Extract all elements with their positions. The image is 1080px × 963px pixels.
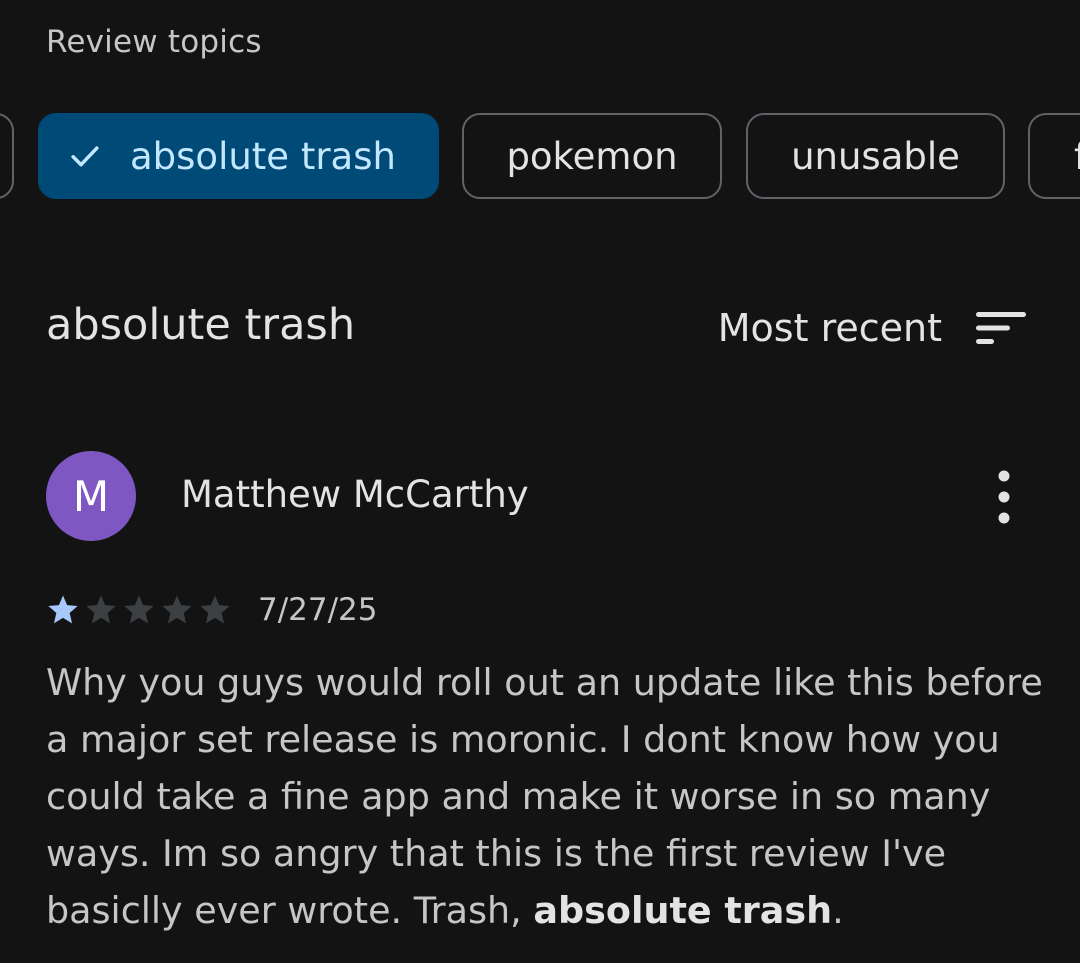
star-empty-icon bbox=[162, 595, 192, 624]
avatar: M bbox=[46, 451, 136, 541]
sort-label: Most recent bbox=[717, 306, 942, 350]
check-icon bbox=[71, 146, 99, 167]
topic-chip-unusable[interactable]: unusable bbox=[746, 113, 1005, 199]
review-header: M Matthew McCarthy bbox=[46, 451, 1036, 541]
topic-chip-label: f bbox=[1074, 135, 1080, 178]
sort-icon bbox=[976, 312, 1026, 344]
rating-row: 7/27/25 bbox=[46, 590, 378, 630]
topic-chip-label: pokemon bbox=[506, 134, 678, 178]
review-text-highlight: absolute trash bbox=[533, 889, 833, 932]
topic-chip-partial-right[interactable]: f bbox=[1028, 113, 1080, 199]
topic-chip-pokemon[interactable]: pokemon bbox=[462, 113, 722, 199]
sort-button[interactable]: Most recent bbox=[718, 302, 1028, 354]
topic-chip-label: absolute trash bbox=[130, 134, 396, 178]
star-rating bbox=[46, 593, 236, 627]
star-empty-icon bbox=[200, 595, 230, 624]
star-filled-icon bbox=[48, 595, 78, 624]
star-empty-icon bbox=[86, 595, 116, 624]
topic-chip-absolute-trash[interactable]: absolute trash bbox=[38, 113, 439, 199]
selected-topic-title: absolute trash bbox=[46, 300, 356, 350]
review-screen: Review topics absolute trash pokemon unu… bbox=[0, 0, 1080, 963]
review-text: Why you guys would roll out an update li… bbox=[46, 654, 1046, 939]
topic-chip-row: absolute trash pokemon unusable f bbox=[0, 113, 1080, 203]
review-date: 7/27/25 bbox=[258, 592, 378, 628]
star-empty-icon bbox=[124, 595, 154, 624]
topic-chip-label: unusable bbox=[791, 134, 960, 178]
topic-chip-offscreen-left[interactable] bbox=[0, 113, 14, 199]
review-text-end: . bbox=[832, 889, 844, 932]
more-options-icon[interactable] bbox=[984, 469, 1024, 525]
review-topics-label: Review topics bbox=[46, 24, 262, 60]
reviewer-name: Matthew McCarthy bbox=[181, 473, 529, 516]
